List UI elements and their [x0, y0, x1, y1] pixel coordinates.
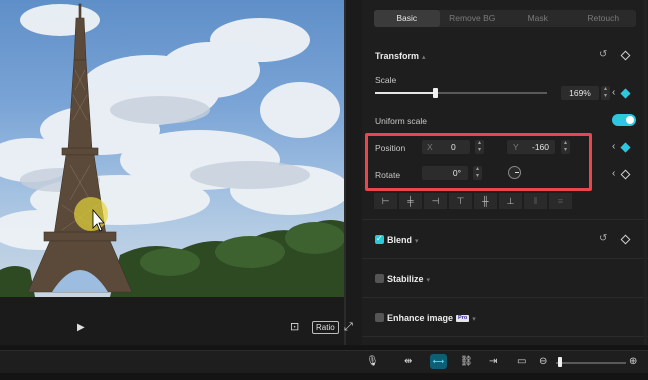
x-label: X: [427, 142, 433, 152]
transform-title[interactable]: Transform ▴: [375, 51, 426, 61]
align-top-icon[interactable]: ⊤: [449, 193, 472, 209]
chevron-down-icon: ▾: [415, 238, 419, 245]
align-bottom-icon[interactable]: ⊥: [499, 193, 522, 209]
divider: [362, 219, 648, 220]
scale-input[interactable]: 169%: [561, 86, 599, 100]
rotate-prev-keyframe-icon[interactable]: ‹: [612, 169, 615, 179]
y-label: Y: [513, 142, 519, 152]
stabilize-title[interactable]: Stabilize ▾: [387, 274, 430, 284]
align-center-v-icon[interactable]: ╫: [474, 193, 497, 209]
blend-reset-icon[interactable]: ↺: [599, 234, 607, 244]
blend-checkbox[interactable]: [375, 234, 384, 244]
tab-basic[interactable]: Basic: [374, 10, 440, 27]
split-icon[interactable]: ⇥: [489, 356, 497, 368]
eiffel-tower-image: [0, 3, 344, 297]
scale-stepper[interactable]: ▴ ▾: [601, 86, 610, 100]
scale-slider-fill: [375, 92, 436, 94]
rotate-dial[interactable]: [508, 166, 521, 179]
distribute-h-icon[interactable]: ⫴: [524, 193, 547, 209]
uniform-scale-toggle[interactable]: [612, 114, 636, 126]
zoom-in-icon[interactable]: ⊕: [629, 356, 637, 368]
auto-snap-icon[interactable]: ⟷: [430, 354, 447, 369]
tab-retouch[interactable]: Retouch: [571, 10, 637, 27]
y-value: -160: [532, 142, 550, 152]
transform-title-label: Transform: [375, 51, 420, 61]
properties-panel: Basic Remove BG Mask Retouch Transform ▴ …: [362, 0, 648, 345]
play-icon[interactable]: ▶: [77, 322, 87, 333]
position-y-input[interactable]: Y -160: [507, 140, 555, 154]
scale-label: Scale: [375, 75, 397, 85]
zoom-slider[interactable]: [556, 362, 626, 364]
position-prev-keyframe-icon[interactable]: ‹: [612, 142, 615, 152]
link-icon[interactable]: ⇹: [404, 356, 412, 368]
align-left-icon[interactable]: ⊢: [374, 193, 397, 209]
scale-slider-thumb[interactable]: [433, 88, 439, 98]
chevron-down-icon: ▾: [426, 277, 431, 284]
zoom-slider-thumb[interactable]: [557, 357, 562, 367]
timeline-toolbar: 🎙︎ ⇹ ⟷ ⛓︎ ⇥ ▭ ⊖ ⊕: [0, 350, 648, 373]
align-toolbar: ⊢ ╪ ⊣ ⊤ ╫ ⊥ ⫴ ≡: [374, 193, 579, 209]
microphone-icon[interactable]: 🎙︎: [366, 356, 379, 368]
panel-scrollbar[interactable]: [644, 0, 647, 345]
rotate-label: Rotate: [375, 170, 401, 180]
blend-title[interactable]: Blend ▾: [387, 235, 419, 245]
enhance-checkbox[interactable]: [375, 313, 384, 322]
stabilize-checkbox[interactable]: [375, 274, 384, 283]
tab-mask[interactable]: Mask: [505, 10, 571, 27]
stabilize-label: Stabilize: [387, 274, 424, 284]
uniform-scale-label: Uniform scale: [375, 116, 427, 126]
chevron-down-icon: ▾: [472, 316, 476, 323]
scale-keyframe-icon[interactable]: [620, 88, 631, 99]
chain-icon[interactable]: ⛓︎: [460, 356, 473, 368]
rotate-input[interactable]: 0°: [422, 166, 468, 180]
fit-screen-icon[interactable]: ⊡: [290, 321, 302, 333]
enhance-title[interactable]: Enhance image Pro ▾: [387, 313, 476, 323]
align-center-h-icon[interactable]: ╪: [399, 193, 422, 209]
timeline-ruler: [0, 374, 648, 380]
preview-icon[interactable]: ▭: [517, 356, 526, 368]
position-y-stepper[interactable]: ▴ ▾: [561, 140, 570, 154]
preview-divider: [344, 0, 346, 345]
tab-remove-bg[interactable]: Remove BG: [440, 10, 506, 27]
pro-badge: Pro: [456, 315, 470, 323]
fullscreen-icon[interactable]: ⤢: [344, 321, 356, 333]
video-preview: ▶ ⊡ Ratio ⤢: [0, 0, 362, 345]
position-label: Position: [375, 143, 406, 153]
preview-frame[interactable]: [0, 0, 344, 297]
ratio-button[interactable]: Ratio: [312, 321, 339, 334]
property-tabs: Basic Remove BG Mask Retouch: [374, 10, 636, 27]
x-value: 0: [451, 142, 456, 152]
blend-keyframe-icon[interactable]: [620, 234, 631, 245]
enhance-label: Enhance image: [387, 313, 454, 323]
reset-icon[interactable]: ↺: [599, 50, 607, 60]
prev-keyframe-icon[interactable]: ‹: [612, 88, 615, 98]
scale-slider[interactable]: [375, 88, 547, 98]
rotate-stepper[interactable]: ▴ ▾: [473, 166, 482, 180]
distribute-v-icon[interactable]: ≡: [549, 193, 572, 209]
position-keyframe-icon[interactable]: [620, 142, 631, 153]
chevron-up-icon: ▴: [422, 54, 426, 61]
align-right-icon[interactable]: ⊣: [424, 193, 447, 209]
blend-label: Blend: [387, 235, 413, 245]
zoom-out-icon[interactable]: ⊖: [539, 356, 547, 368]
position-x-stepper[interactable]: ▴ ▾: [475, 140, 484, 154]
rotate-keyframe-icon[interactable]: [620, 169, 631, 180]
divider: [362, 258, 648, 259]
position-x-input[interactable]: X 0: [422, 140, 470, 154]
keyframe-icon[interactable]: [620, 50, 631, 61]
divider: [362, 297, 648, 298]
divider: [362, 336, 648, 337]
